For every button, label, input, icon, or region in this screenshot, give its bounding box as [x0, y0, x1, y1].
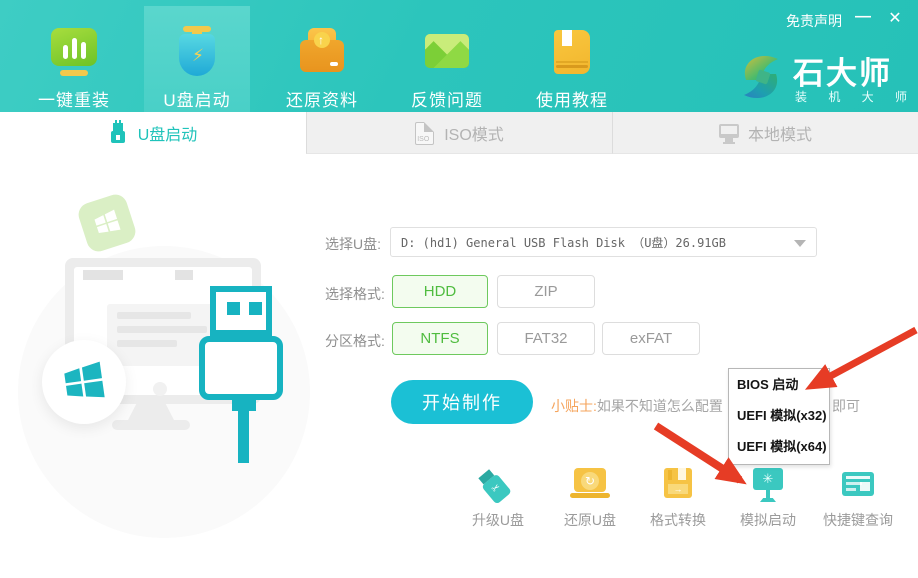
nav-label: 使用教程 [536, 86, 608, 111]
tab-label: ISO模式 [444, 121, 504, 145]
nav-item-one-key-reinstall[interactable]: 一键重装 [21, 6, 127, 112]
tool-label: 快捷键查询 [810, 510, 906, 530]
menu-item-uefi-x32[interactable]: UEFI 模拟(x32) [729, 400, 829, 431]
tab-iso-mode[interactable]: ISO模式 [306, 112, 612, 154]
nav-item-feedback[interactable]: 反馈问题 [394, 6, 500, 112]
format-option-zip[interactable]: ZIP [497, 275, 595, 308]
minimize-button[interactable]: — [852, 8, 874, 26]
format-convert-icon: → [656, 466, 700, 508]
tip-body-right: 即可 [832, 398, 860, 414]
partition-option-fat32[interactable]: FAT32 [497, 322, 595, 355]
restore-usb-icon: ↻ [568, 466, 612, 508]
close-button[interactable]: ✕ [884, 8, 906, 28]
restore-box-icon: ↑ [296, 26, 348, 78]
app-window: 一键重装 ⚡ U盘启动 ↑ 还原资料 反馈问题 [0, 0, 918, 578]
tool-label: 模拟启动 [720, 510, 816, 530]
main-content: 选择U盘: D: (hd1) General USB Flash Disk （U… [0, 154, 918, 578]
start-make-button[interactable]: 开始制作 [391, 380, 533, 424]
chevron-down-icon [794, 240, 806, 253]
upgrade-usb-icon: ✂ [476, 466, 520, 508]
monitor-icon [719, 121, 739, 145]
tip-label: 小贴士: [551, 398, 597, 414]
partition-label: 分区格式: [325, 331, 385, 351]
tool-label: 还原U盘 [542, 510, 638, 530]
tool-format-convert[interactable]: → 格式转换 [630, 466, 726, 546]
tip-text: 小贴士:如果不知道怎么配置 [551, 396, 723, 416]
menu-item-bios-boot[interactable]: BIOS 启动 [729, 369, 829, 400]
nav-label: 反馈问题 [411, 86, 483, 111]
tool-label: 格式转换 [630, 510, 726, 530]
tab-usb-boot[interactable]: U盘启动 [0, 112, 306, 154]
hotkey-query-icon [836, 466, 880, 508]
nav-label: U盘启动 [163, 86, 230, 111]
nav-item-usb-boot[interactable]: ⚡ U盘启动 [144, 6, 250, 112]
brand-swirl-icon [733, 48, 789, 106]
tip-text-right: 即可 [832, 396, 860, 416]
format-option-hdd[interactable]: HDD [392, 275, 488, 308]
tool-upgrade-usb[interactable]: ✂ 升级U盘 [450, 466, 546, 546]
tool-restore-usb[interactable]: ↻ 还原U盘 [542, 466, 638, 546]
brand-logo: 石大师 装 机 大 师 [733, 48, 913, 108]
nav-item-restore-data[interactable]: ↑ 还原资料 [269, 6, 375, 112]
boot-mode-menu: BIOS 启动 UEFI 模拟(x32) UEFI 模拟(x64) [728, 368, 830, 465]
chart-icon [48, 26, 100, 78]
nav-label: 一键重装 [38, 86, 110, 111]
windows-tile-icon [75, 191, 138, 254]
brand-name: 石大师 [793, 48, 892, 93]
mail-icon [421, 26, 473, 78]
book-icon [546, 26, 598, 78]
tab-local-mode[interactable]: 本地模式 [612, 112, 918, 154]
monitor-base [112, 420, 190, 430]
menu-item-uefi-x64[interactable]: UEFI 模拟(x64) [729, 431, 829, 462]
tool-hotkey-query[interactable]: 快捷键查询 [810, 466, 906, 546]
nav-item-tutorial[interactable]: 使用教程 [519, 6, 625, 112]
tab-bar: U盘启动 ISO模式 本地模式 [0, 112, 918, 154]
disclaimer-link[interactable]: 免责声明 [786, 11, 842, 31]
brand-subtitle: 装 机 大 师 [795, 88, 916, 105]
nav-label: 还原资料 [286, 86, 358, 111]
partition-option-ntfs[interactable]: NTFS [392, 322, 488, 355]
usb-computer-illustration [0, 154, 350, 578]
usb-device-select[interactable]: D: (hd1) General USB Flash Disk （U盘）26.9… [390, 227, 817, 257]
header: 一键重装 ⚡ U盘启动 ↑ 还原资料 反馈问题 [0, 0, 918, 112]
usb-shield-icon: ⚡ [171, 26, 223, 78]
usb-device-value: D: (hd1) General USB Flash Disk （U盘）26.9… [401, 234, 726, 251]
windows-flag-badge [42, 340, 126, 424]
tab-label: U盘启动 [138, 121, 198, 145]
tool-label: 升级U盘 [450, 510, 546, 530]
tab-label: 本地模式 [748, 121, 812, 145]
usb-icon [109, 121, 129, 145]
device-select-label: 选择U盘: [325, 234, 381, 254]
tool-simulate-boot[interactable]: ✳ 模拟启动 [720, 466, 816, 546]
iso-file-icon [415, 121, 435, 145]
format-label: 选择格式: [325, 284, 385, 304]
partition-option-exfat[interactable]: exFAT [602, 322, 700, 355]
simulate-boot-icon: ✳ [746, 466, 790, 508]
tip-body-left: 如果不知道怎么配置 [597, 398, 723, 414]
